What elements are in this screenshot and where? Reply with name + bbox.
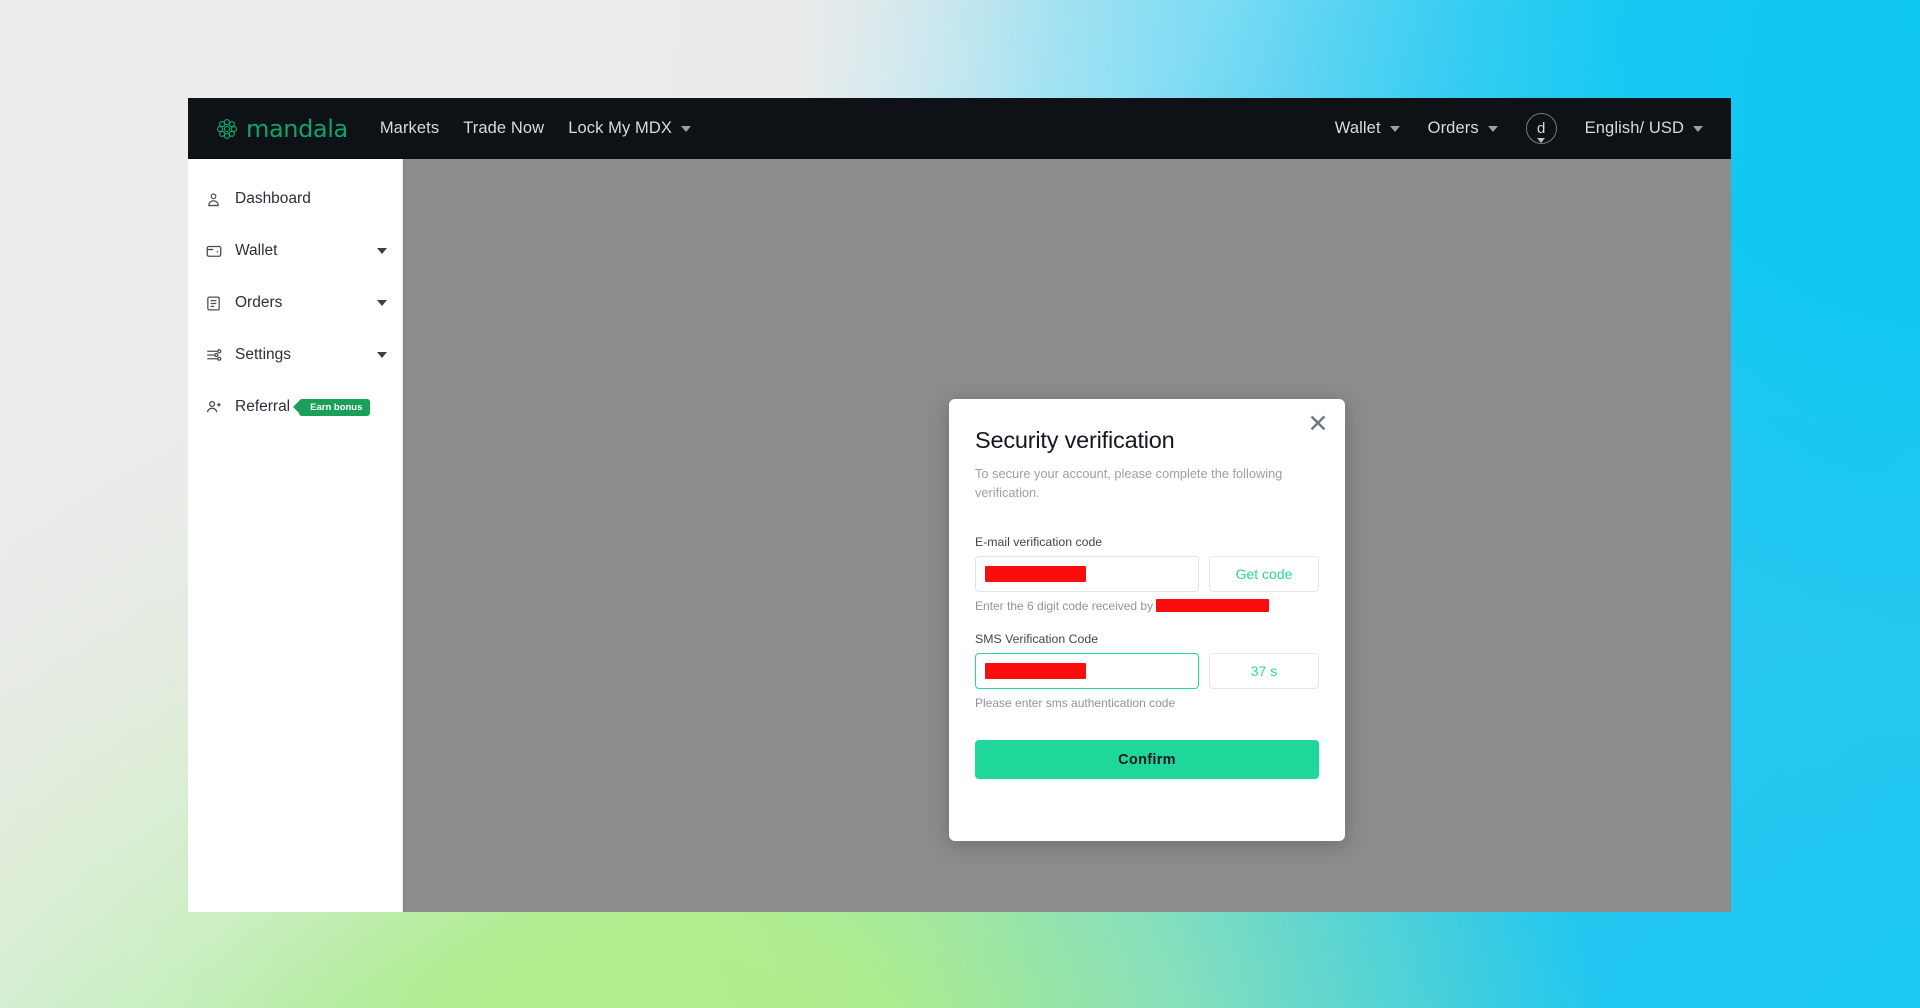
nav-link-markets[interactable]: Markets bbox=[380, 119, 439, 138]
sidebar-item-dashboard-label: Dashboard bbox=[235, 190, 311, 208]
security-verification-modal: ✕ Security verification To secure your a… bbox=[949, 399, 1345, 841]
brand-logo[interactable]: mandala bbox=[214, 115, 348, 143]
email-address-redaction bbox=[1156, 599, 1269, 612]
sidebar-item-referral[interactable]: Referral Earn bonus bbox=[188, 381, 402, 433]
chevron-down-icon bbox=[377, 300, 387, 306]
sms-field-row: 37 s bbox=[975, 653, 1319, 689]
sidebar-item-settings-label: Settings bbox=[235, 346, 291, 364]
mandala-logo-icon bbox=[214, 116, 240, 142]
chevron-down-icon bbox=[377, 248, 387, 254]
sidebar-item-settings[interactable]: Settings bbox=[188, 329, 402, 381]
brand-name: mandala bbox=[246, 115, 348, 143]
nav-wallet-menu[interactable]: Wallet bbox=[1335, 119, 1400, 138]
list-icon bbox=[204, 294, 223, 313]
email-code-input[interactable] bbox=[975, 556, 1199, 592]
nav-orders-menu[interactable]: Orders bbox=[1428, 119, 1498, 138]
sidebar: Dashboard Wallet bbox=[188, 159, 403, 912]
nav-wallet-label: Wallet bbox=[1335, 119, 1381, 138]
email-field-hint-text: Enter the 6 digit code received by bbox=[975, 599, 1153, 613]
top-navigation-bar: mandala Markets Trade Now Lock My MDX Wa… bbox=[188, 98, 1731, 159]
email-code-redaction bbox=[985, 566, 1086, 582]
nav-link-markets-label: Markets bbox=[380, 119, 439, 138]
chevron-down-icon bbox=[377, 352, 387, 358]
avatar[interactable]: d bbox=[1526, 113, 1557, 144]
language-currency-selector[interactable]: English/ USD bbox=[1585, 119, 1703, 138]
chevron-down-icon bbox=[1693, 126, 1703, 132]
confirm-button[interactable]: Confirm bbox=[975, 740, 1319, 779]
sidebar-item-wallet-label: Wallet bbox=[235, 242, 278, 260]
avatar-initial: d bbox=[1537, 120, 1545, 137]
modal-subtitle: To secure your account, please complete … bbox=[975, 465, 1319, 502]
sms-field-hint: Please enter sms authentication code bbox=[975, 696, 1319, 710]
email-verification-field-block: E-mail verification code Get code Enter … bbox=[975, 535, 1319, 613]
nav-link-trade-now[interactable]: Trade Now bbox=[463, 119, 544, 138]
sidebar-item-referral-label: Referral bbox=[235, 398, 290, 416]
close-icon[interactable]: ✕ bbox=[1305, 411, 1331, 437]
email-verification-label: E-mail verification code bbox=[975, 535, 1319, 549]
wallet-icon bbox=[204, 242, 223, 261]
sms-verification-field-block: SMS Verification Code 37 s Please enter … bbox=[975, 632, 1319, 710]
sidebar-item-wallet[interactable]: Wallet bbox=[188, 225, 402, 277]
email-field-row: Get code bbox=[975, 556, 1319, 592]
language-currency-label: English/ USD bbox=[1585, 119, 1684, 138]
modal-title: Security verification bbox=[975, 427, 1319, 454]
sms-code-input[interactable] bbox=[975, 653, 1199, 689]
chevron-down-icon bbox=[1488, 126, 1498, 132]
sms-resend-timer: 37 s bbox=[1209, 653, 1319, 689]
chevron-down-icon bbox=[1390, 126, 1400, 132]
sms-code-redaction bbox=[985, 663, 1086, 679]
nav-link-lock-my-mdx[interactable]: Lock My MDX bbox=[568, 119, 691, 138]
user-icon bbox=[204, 190, 223, 209]
sidebar-item-dashboard[interactable]: Dashboard bbox=[188, 173, 402, 225]
sidebar-item-orders-label: Orders bbox=[235, 294, 282, 312]
nav-link-lock-my-mdx-label: Lock My MDX bbox=[568, 119, 672, 138]
nav-right-group: Wallet Orders d English/ USD bbox=[1335, 113, 1703, 144]
chevron-down-icon bbox=[681, 126, 691, 132]
app-window: mandala Markets Trade Now Lock My MDX Wa… bbox=[188, 98, 1731, 912]
sliders-icon bbox=[204, 346, 223, 365]
referral-earn-bonus-badge[interactable]: Earn bonus bbox=[299, 399, 370, 416]
email-field-hint: Enter the 6 digit code received by bbox=[975, 599, 1319, 613]
chevron-down-icon bbox=[1537, 138, 1545, 143]
nav-orders-label: Orders bbox=[1428, 119, 1479, 138]
sms-verification-label: SMS Verification Code bbox=[975, 632, 1319, 646]
get-code-button[interactable]: Get code bbox=[1209, 556, 1319, 592]
user-plus-icon bbox=[204, 398, 223, 417]
nav-link-trade-now-label: Trade Now bbox=[463, 119, 544, 138]
nav-links: Markets Trade Now Lock My MDX bbox=[380, 119, 691, 138]
sidebar-item-orders[interactable]: Orders bbox=[188, 277, 402, 329]
